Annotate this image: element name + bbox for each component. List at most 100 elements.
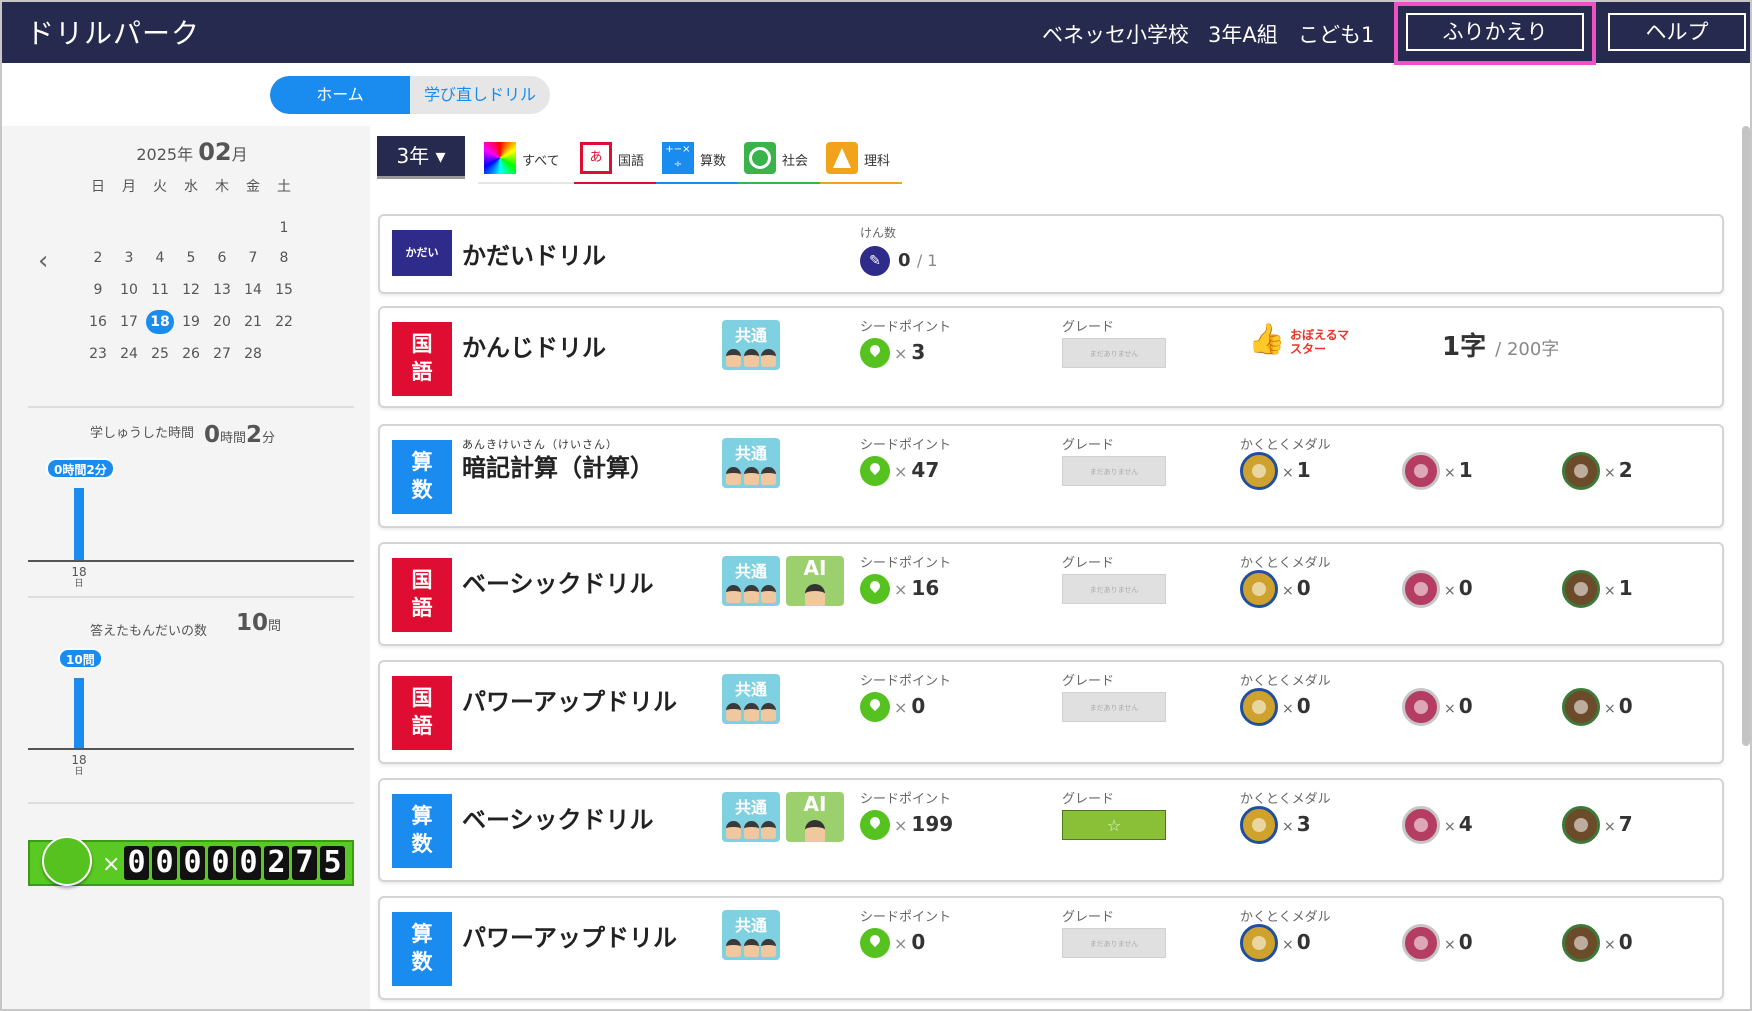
tab-rika[interactable]: 理科 — [820, 136, 902, 184]
grade-label: グレード — [1062, 438, 1115, 453]
calendar-day-today[interactable]: 18 — [146, 310, 174, 334]
seed-icon — [860, 692, 890, 722]
calendar-day[interactable]: 1 — [270, 216, 298, 240]
calendar-day[interactable]: 5 — [177, 246, 205, 270]
sansu-icon: +−×÷ — [662, 142, 694, 174]
help-button[interactable]: ヘルプ — [1608, 13, 1746, 51]
drill-card[interactable]: 算数 パワーアップドリル 共通 シードポイント × 0 グレード まだありません かくとくメダル… — [378, 896, 1724, 1000]
calendar-day[interactable]: 13 — [208, 278, 236, 302]
drill-card[interactable]: 算数 あんきけいさん（けいさん） 暗記計算（計算） 共通 シードポイント × 47 グレードま… — [378, 424, 1724, 528]
drill-card[interactable]: 算数 ベーシックドリル 共通 AI シードポイント × 199 グレード ☆ かくとくメダル × 3 ×… — [378, 778, 1724, 882]
kyotsu-icon: 共通 — [722, 556, 780, 606]
drill-name: かんじドリル — [462, 334, 606, 362]
calendar-day[interactable]: 19 — [177, 310, 205, 334]
grade-badge-empty: まだありません — [1062, 574, 1166, 604]
calendar-day[interactable]: 24 — [115, 342, 143, 366]
nav-segmented-control: ホーム 学び直しドリル — [270, 76, 550, 114]
drill-card[interactable]: 国語 かんじドリル 共通 シードポイント × 3 グレード まだありません 👍 おぼえるマスター 1… — [378, 306, 1724, 408]
medal-count: × 0 — [1282, 694, 1311, 718]
calendar-day[interactable]: 17 — [115, 310, 143, 334]
study-time-label: 学しゅうした時間 — [89, 426, 194, 441]
combo-3-medal-icon — [1562, 806, 1600, 844]
calendar-day[interactable]: 4 — [146, 246, 174, 270]
grade-select[interactable]: 3年 ▾ — [377, 136, 465, 176]
drill-card[interactable]: 国語 パワーアップドリル 共通 シードポイント × 0 グレード まだありません かくとくメダル… — [378, 660, 1724, 764]
seed-point-count: × 16 — [894, 576, 940, 600]
tab-sansu[interactable]: +−×÷ 算数 — [656, 136, 738, 184]
perfect-medal-icon — [1240, 452, 1278, 490]
calendar-day[interactable]: 7 — [239, 246, 267, 270]
calendar-day[interactable]: 16 — [84, 310, 112, 334]
weekday-label: 金 — [246, 179, 260, 195]
scrollbar[interactable] — [1742, 126, 1750, 746]
tab-kokugo[interactable]: あ国語 — [574, 136, 656, 184]
tab-all[interactable]: すべて — [478, 136, 574, 184]
perfect-medal-icon — [1240, 806, 1278, 844]
grade-badge: ☆ — [1062, 810, 1166, 840]
calendar-day[interactable]: 26 — [177, 342, 205, 366]
medal-count: × 0 — [1282, 930, 1311, 954]
combo-3-medal-icon — [1562, 688, 1600, 726]
calendar-day[interactable]: 11 — [146, 278, 174, 302]
combo-3-medal-icon — [1562, 924, 1600, 962]
answered-label: 答えたもんだいの数 — [90, 624, 208, 639]
grade-label: グレード — [1062, 320, 1115, 335]
combo-medal-icon — [1402, 924, 1440, 962]
medal-count: × 7 — [1604, 812, 1633, 836]
weekday-label: 日 — [91, 179, 105, 195]
calendar-day[interactable]: 20 — [208, 310, 236, 334]
seed-point-label: シードポイント — [860, 910, 952, 925]
seed-digit: 0 — [180, 846, 205, 880]
kanji-mastered-count: 1字 / 200字 — [1442, 332, 1560, 362]
calendar-day[interactable]: 15 — [270, 278, 298, 302]
answered-axis — [28, 748, 354, 750]
tab-label: 国語 — [618, 154, 645, 169]
weekday-label: 木 — [215, 179, 229, 195]
class-name: 3年A組 — [1208, 23, 1278, 47]
seed-digit: 5 — [320, 846, 345, 880]
seed-icon — [42, 836, 92, 886]
calendar-day[interactable]: 14 — [239, 278, 267, 302]
tab-relearn-drill[interactable]: 学び直しドリル — [410, 76, 550, 114]
drill-name: 暗記計算（計算） — [462, 454, 654, 482]
combo-medal-icon — [1402, 806, 1440, 844]
weekday-label: 土 — [277, 179, 291, 195]
calendar-day[interactable]: 28 — [239, 342, 267, 366]
seed-point-label: シードポイント — [860, 556, 952, 571]
seed-digit: 0 — [124, 846, 149, 880]
calendar-month-unit: 月 — [231, 145, 248, 164]
medal-count: × 0 — [1444, 694, 1473, 718]
calendar-day[interactable]: 27 — [208, 342, 236, 366]
weekday-label: 水 — [184, 179, 198, 195]
calendar-day[interactable]: 9 — [84, 278, 112, 302]
grade-label: グレード — [1062, 910, 1115, 925]
seed-digit: 0 — [152, 846, 177, 880]
calendar-day[interactable]: 10 — [115, 278, 143, 302]
tab-home[interactable]: ホーム — [270, 76, 410, 114]
calendar-day[interactable]: 3 — [115, 246, 143, 270]
drill-card[interactable]: 国語 ベーシックドリル 共通 AI シードポイント × 16 グレード まだありません かくとくメ… — [378, 542, 1724, 646]
subject-badge-kadai: かだい — [392, 230, 452, 276]
calendar-day[interactable]: 6 — [208, 246, 236, 270]
perfect-medal-icon — [1240, 688, 1278, 726]
calendar-day[interactable]: 22 — [270, 310, 298, 334]
calendar-day[interactable]: 21 — [239, 310, 267, 334]
kyotsu-icon: 共通 — [722, 674, 780, 724]
tab-underline — [656, 182, 738, 184]
seed-point-label: シードポイント — [860, 438, 952, 453]
subject-badge: 算数 — [392, 912, 452, 986]
calendar-day[interactable]: 2 — [84, 246, 112, 270]
calendar-day[interactable]: 23 — [84, 342, 112, 366]
seed-icon — [860, 928, 890, 958]
kokugo-icon: あ — [580, 142, 612, 174]
prev-month-icon[interactable]: ‹ — [38, 246, 48, 276]
sidebar: 2025年 02月 ‹ 日月火水木金土 1 2 3 4 5 6 7 8 9 10 11 12 13 14 1… — [2, 126, 370, 1009]
answered-bar — [74, 678, 84, 750]
calendar-day[interactable]: 12 — [177, 278, 205, 302]
calendar-day[interactable]: 25 — [146, 342, 174, 366]
ai-icon: AI — [786, 792, 844, 842]
drill-card[interactable]: かだい かだいドリル けん数 ✎ 0 / 1 — [378, 214, 1724, 294]
study-time-bubble: 0時間2分 — [46, 458, 115, 479]
calendar-day[interactable]: 8 — [270, 246, 298, 270]
tab-shakai[interactable]: 社会 — [738, 136, 820, 184]
